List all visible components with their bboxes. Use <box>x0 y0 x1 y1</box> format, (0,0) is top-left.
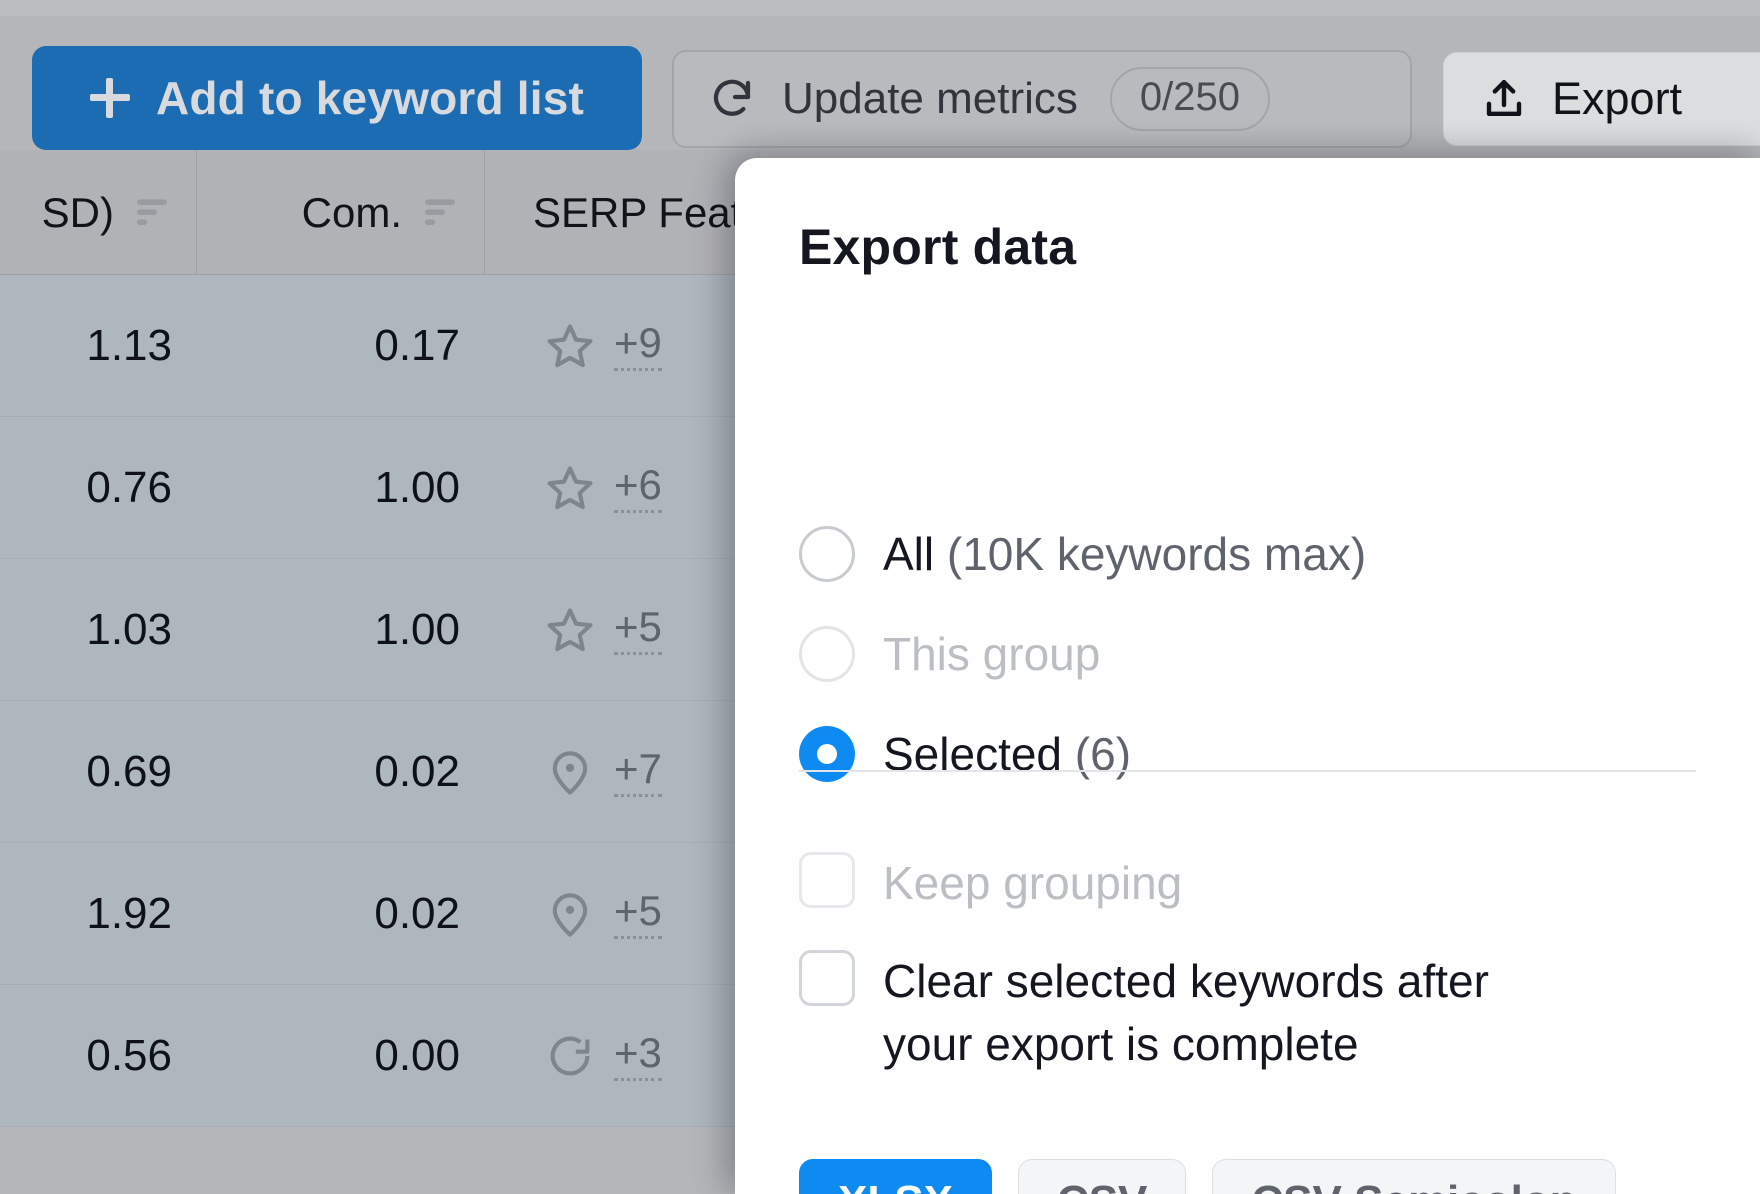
checkbox-keep-grouping[interactable]: Keep grouping <box>799 852 1182 915</box>
cell-cpc: 1.03 <box>86 605 172 654</box>
table-body: 1.13 0.17 +9 0.76 1.00 +6 1.03 1.00 +5 0… <box>0 275 760 1127</box>
cell-com: 0.17 <box>374 321 460 370</box>
column-header-com[interactable]: Com. <box>196 150 484 275</box>
top-strip <box>0 0 1760 16</box>
cell-cpc: 0.69 <box>86 747 172 796</box>
screen-root: Add to keyword list Update metrics 0/250… <box>0 0 1760 1194</box>
cell-com: 0.02 <box>374 747 460 796</box>
cell-cpc: 1.92 <box>86 889 172 938</box>
export-data-dialog: Export data All (10K keywords max) This … <box>735 158 1760 1194</box>
radio-all-text: All <box>883 528 935 580</box>
export-button[interactable]: Export <box>1443 52 1760 146</box>
update-metrics-label: Update metrics <box>782 74 1078 123</box>
star-icon <box>547 608 593 652</box>
cell-com: 0.00 <box>374 1031 460 1080</box>
cell-cpc: 0.76 <box>86 463 172 512</box>
cell-cpc: 0.56 <box>86 1031 172 1080</box>
cell-cpc: 1.13 <box>86 321 172 370</box>
add-to-keyword-list-button[interactable]: Add to keyword list <box>32 46 642 150</box>
export-format-xlsx-button[interactable]: XLSX <box>799 1159 992 1194</box>
radio-option-selected[interactable]: Selected (6) <box>799 724 1131 784</box>
serp-more-link[interactable]: +9 <box>614 321 662 371</box>
sort-icon <box>137 198 167 225</box>
radio-option-all[interactable]: All (10K keywords max) <box>799 524 1366 584</box>
export-format-csv-button[interactable]: CSV <box>1017 1159 1187 1194</box>
keyword-table: SD) Com. SERP Feat 1.13 0.17 +9 0.76 1.0… <box>0 150 760 1194</box>
radio-all-suffix: (10K keywords max) <box>946 528 1367 580</box>
serp-more-link[interactable]: +7 <box>614 747 662 797</box>
table-header-row: SD) Com. SERP Feat <box>0 150 760 275</box>
radio-all-label: All (10K keywords max) <box>883 527 1366 581</box>
column-header-serp-features[interactable]: SERP Feat <box>484 150 760 275</box>
upload-icon <box>1486 79 1522 116</box>
radio-option-this-group[interactable]: This group <box>799 624 1100 684</box>
refresh-icon <box>713 79 751 116</box>
dialog-title: Export data <box>799 219 1077 275</box>
export-format-buttons: XLSX CSV CSV Semicolon <box>799 1159 1616 1194</box>
column-header-cpc[interactable]: SD) <box>0 150 196 275</box>
cell-serp-features: +3 <box>484 985 760 1127</box>
toolbar: Add to keyword list Update metrics 0/250… <box>0 16 1760 150</box>
sort-icon <box>425 198 455 225</box>
column-header-com-label: Com. <box>301 188 402 236</box>
radio-selected-indicator[interactable] <box>799 726 855 782</box>
cell-com: 1.00 <box>374 463 460 512</box>
radio-this-group-indicator[interactable] <box>799 626 855 682</box>
update-metrics-count-badge: 0/250 <box>1109 67 1270 131</box>
table-row[interactable]: 1.92 0.02 +5 <box>0 843 760 985</box>
checkbox-keep-grouping-label: Keep grouping <box>883 857 1183 909</box>
cell-com: 1.00 <box>374 605 460 654</box>
column-header-serp-features-label: SERP Feat <box>533 188 743 236</box>
serp-more-link[interactable]: +6 <box>614 463 662 513</box>
checkbox-clear-selected[interactable]: Clear selected keywords after your expor… <box>799 950 1579 1077</box>
table-row[interactable]: 1.13 0.17 +9 <box>0 275 760 417</box>
radio-selected-text: Selected <box>883 728 1063 780</box>
checkbox-clear-selected-label: Clear selected keywords after your expor… <box>883 955 1489 1071</box>
column-header-cpc-label: SD) <box>41 188 114 236</box>
serp-more-link[interactable]: +5 <box>614 605 662 655</box>
cell-serp-features: +5 <box>484 559 760 701</box>
add-to-keyword-list-label: Add to keyword list <box>155 72 585 124</box>
star-icon <box>547 324 593 368</box>
table-row[interactable]: 1.03 1.00 +5 <box>0 559 760 701</box>
update-metrics-button[interactable]: Update metrics 0/250 <box>672 50 1412 148</box>
cell-serp-features: +6 <box>484 417 760 559</box>
serp-more-link[interactable]: +3 <box>614 1031 662 1081</box>
star-icon <box>547 466 593 510</box>
table-row[interactable]: 0.69 0.02 +7 <box>0 701 760 843</box>
radio-this-group-label: This group <box>883 628 1101 680</box>
serp-more-link[interactable]: +5 <box>614 889 662 939</box>
cell-serp-features: +5 <box>484 843 760 985</box>
location-icon <box>552 751 588 795</box>
checkbox-clear-selected-box[interactable] <box>799 950 855 1006</box>
radio-selected-label: Selected (6) <box>883 727 1131 781</box>
plus-icon <box>89 78 130 118</box>
dialog-divider <box>799 770 1696 772</box>
table-row[interactable]: 0.56 0.00 +3 <box>0 985 760 1127</box>
cell-serp-features: +9 <box>484 275 760 417</box>
radio-all-indicator[interactable] <box>799 526 855 582</box>
radio-selected-suffix: (6) <box>1074 728 1132 780</box>
checkbox-keep-grouping-box[interactable] <box>799 852 855 908</box>
cell-com: 0.02 <box>374 889 460 938</box>
export-format-csv-semicolon-button[interactable]: CSV Semicolon <box>1212 1159 1616 1194</box>
table-row[interactable]: 0.76 1.00 +6 <box>0 417 760 559</box>
location-icon <box>552 893 588 937</box>
cell-serp-features: +7 <box>484 701 760 843</box>
export-button-label: Export <box>1552 73 1683 124</box>
circle-icon <box>550 1036 590 1076</box>
